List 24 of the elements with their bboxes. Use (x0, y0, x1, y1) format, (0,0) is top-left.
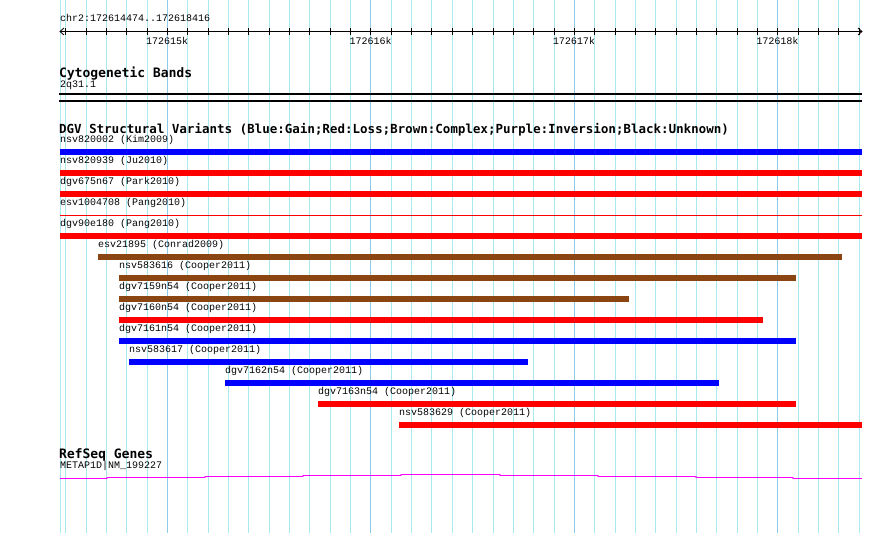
variant-label: dgv7161n54 (Cooper2011) (119, 324, 258, 336)
variant-label: nsv820939 (Ju2010) (60, 156, 168, 168)
variant-label: dgv90e180 (Pang2010) (60, 219, 180, 231)
variant-label: esv21895 (Conrad2009) (98, 240, 224, 252)
gene-label: METAP1D|NM_199227 (60, 461, 162, 473)
variant-label: esv1004708 (Pang2010) (60, 198, 186, 210)
track-title: Cytogenetic Bands (59, 67, 192, 80)
variant-label: nsv583629 (Cooper2011) (399, 408, 532, 420)
variant-label: dgv7163n54 (Cooper2011) (318, 387, 456, 399)
variant-label: nsv583617 (Cooper2011) (129, 345, 262, 357)
variant-label: dgv7162n54 (Cooper2011) (225, 366, 364, 378)
tick-label: 172617k (552, 37, 595, 48)
tick-label: 172616k (349, 37, 392, 48)
variant-label: nsv820002 (Kim2009) (60, 135, 174, 147)
tick-label: 172615k (146, 37, 188, 48)
track-title: DGV Structural Variants (Blue:Gain;Red:Loss;Brown:Complex;Purple:Inversion;Black:Unknown) (59, 122, 729, 135)
variant-label: nsv583616 (Cooper2011) (119, 261, 252, 273)
tick-label: 172618k (756, 37, 798, 48)
ruler-position: chr2:172614474..172618416 (60, 14, 210, 26)
variant-label: dgv7160n54 (Cooper2011) (119, 303, 258, 315)
band-label: 2q31.1 (60, 80, 96, 92)
variant-label: dgv675n67 (Park2010) (60, 177, 180, 189)
variant-label: dgv7159n54 (Cooper2011) (119, 282, 258, 294)
track-title: RefSeq Genes (59, 448, 153, 461)
